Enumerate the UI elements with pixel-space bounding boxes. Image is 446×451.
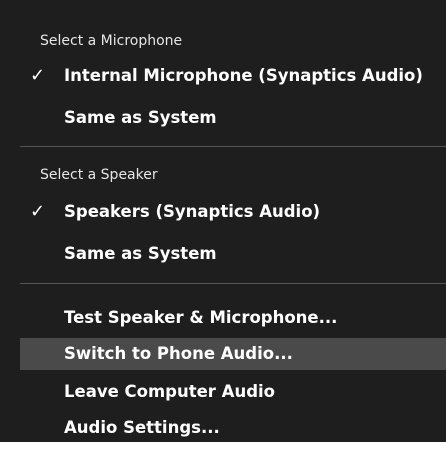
menu-item-label: Audio Settings... [64, 418, 220, 437]
menu-item-label: Switch to Phone Audio... [64, 344, 293, 363]
page-background-strip [0, 442, 446, 451]
check-icon: ✓ [30, 201, 46, 222]
speaker-section-header: Select a Speaker [40, 167, 158, 183]
menu-item-label: Speakers (Synaptics Audio) [64, 202, 321, 221]
menu-item-audio-settings[interactable]: Audio Settings... [20, 412, 446, 444]
audio-options-menu: Select a Microphone ✓ Internal Microphon… [0, 0, 446, 451]
menu-item-speakers[interactable]: ✓ Speakers (Synaptics Audio) [20, 196, 446, 228]
menu-item-label: Same as System [64, 244, 217, 263]
microphone-section-header: Select a Microphone [40, 33, 183, 49]
menu-item-label: Test Speaker & Microphone... [64, 308, 338, 327]
menu-item-microphone-same-as-system[interactable]: Same as System [20, 102, 446, 134]
menu-item-internal-microphone[interactable]: ✓ Internal Microphone (Synaptics Audio) [20, 60, 446, 92]
menu-item-speaker-same-as-system[interactable]: Same as System [20, 238, 446, 270]
menu-item-test-speaker-microphone[interactable]: Test Speaker & Microphone... [20, 302, 446, 334]
menu-item-label: Same as System [64, 108, 217, 127]
divider [20, 146, 446, 147]
divider [20, 283, 446, 284]
menu-item-label: Leave Computer Audio [64, 382, 276, 401]
menu-item-label: Internal Microphone (Synaptics Audio) [64, 66, 423, 85]
menu-item-switch-to-phone-audio[interactable]: Switch to Phone Audio... [20, 338, 446, 370]
check-icon: ✓ [30, 65, 46, 86]
menu-item-leave-computer-audio[interactable]: Leave Computer Audio [20, 376, 446, 408]
